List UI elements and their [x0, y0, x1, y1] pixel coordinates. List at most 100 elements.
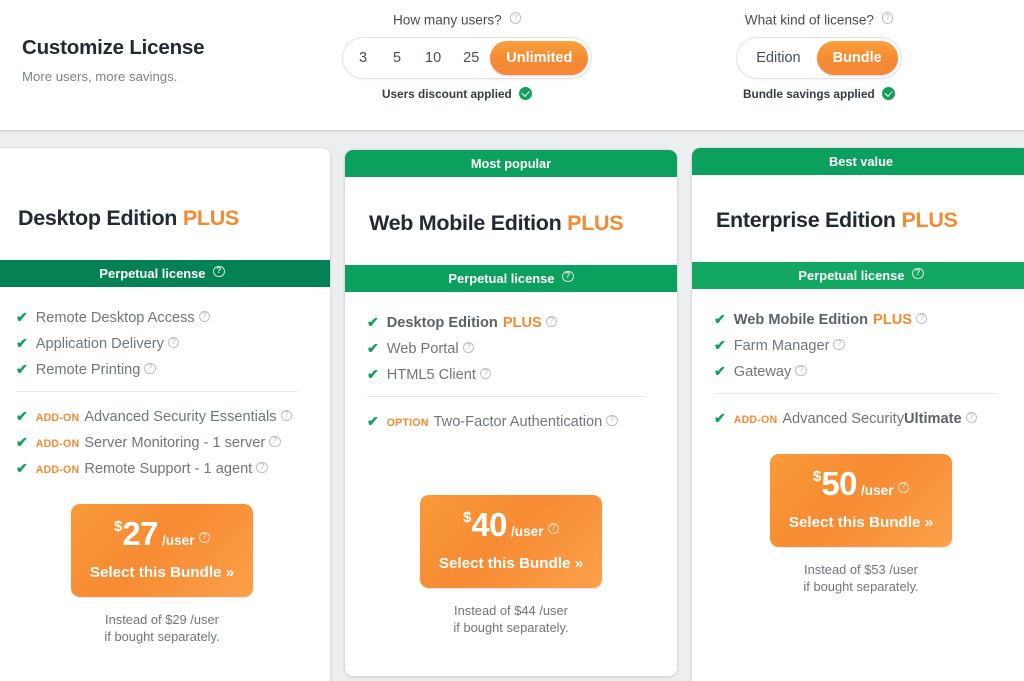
license-type-label: Perpetual license: [798, 268, 904, 283]
bundle-savings-label: Bundle savings applied: [743, 87, 875, 101]
card-title: Desktop Edition PLUS: [0, 148, 330, 260]
cta-label: Select this Bundle »: [420, 555, 602, 572]
users-option-25[interactable]: 25: [452, 41, 490, 75]
price-line: $27/user: [71, 517, 253, 550]
check-icon: ✔: [16, 408, 28, 425]
feature-label: Gateway: [734, 364, 792, 380]
help-icon[interactable]: [966, 412, 978, 424]
feature-list: ✔ Desktop Edition PLUS ✔ Web Portal ✔ HT…: [345, 292, 677, 430]
license-option-edition[interactable]: Edition: [740, 41, 816, 75]
license-option-bundle[interactable]: Bundle: [817, 41, 898, 75]
cta-label: Select this Bundle »: [770, 514, 952, 531]
addon-item: ✔ OPTION Two-Factor Authentication: [367, 413, 653, 430]
cta-label: Select this Bundle »: [71, 564, 253, 581]
help-icon[interactable]: [562, 271, 574, 283]
help-icon[interactable]: [480, 368, 492, 380]
help-icon[interactable]: [912, 268, 924, 280]
check-icon: ✔: [16, 460, 28, 477]
feature-item: ✔ Application Delivery: [16, 335, 306, 352]
check-icon: ✔: [367, 366, 379, 383]
feature-label: Desktop Edition: [387, 315, 498, 331]
feature-list: ✔ Web Mobile Edition PLUS ✔ Farm Manager…: [692, 289, 1024, 427]
feature-plus: PLUS: [503, 315, 542, 331]
help-icon[interactable]: [144, 363, 156, 375]
help-icon[interactable]: [546, 316, 558, 328]
check-icon: ✔: [367, 340, 379, 357]
users-option-10[interactable]: 10: [414, 41, 452, 75]
instead-line-1: Instead of $44 /user: [345, 602, 677, 619]
users-question-label: How many users?: [393, 13, 502, 28]
users-option-3[interactable]: 3: [346, 41, 380, 75]
users-pill-group[interactable]: 3 5 10 25 Unlimited: [342, 37, 592, 79]
price-amount: 50: [821, 465, 857, 502]
instead-line-2: if bought separately.: [345, 619, 677, 636]
license-question: What kind of license?: [704, 12, 934, 28]
select-bundle-button[interactable]: $50/user Select this Bundle »: [770, 454, 952, 547]
pricing-card-enterprise-edition[interactable]: Best value Enterprise Edition PLUS Perpe…: [692, 148, 1024, 681]
help-icon[interactable]: [199, 311, 211, 323]
price-line: $40/user: [420, 508, 602, 541]
users-option-unlimited[interactable]: Unlimited: [490, 41, 588, 75]
addon-label-strong: Ultimate: [904, 411, 962, 427]
help-icon[interactable]: [882, 12, 894, 24]
help-icon[interactable]: [833, 339, 845, 351]
price-amount: 40: [471, 506, 507, 543]
card-title: Web Mobile Edition PLUS: [345, 177, 677, 265]
feature-list: ✔ Remote Desktop Access ✔ Application De…: [0, 287, 330, 477]
help-icon[interactable]: [510, 12, 522, 24]
price-line: $50/user: [770, 467, 952, 500]
license-type-label: Perpetual license: [448, 271, 554, 286]
price-period: /user: [511, 524, 544, 539]
price-period: /user: [861, 483, 894, 498]
price-area: $40/user Select this Bundle » Instead of…: [345, 439, 677, 637]
license-type-bar: Perpetual license: [692, 262, 1024, 289]
help-icon[interactable]: [199, 532, 211, 544]
help-icon[interactable]: [281, 410, 293, 422]
addon-label: Two-Factor Authentication: [434, 414, 603, 430]
select-bundle-button[interactable]: $27/user Select this Bundle »: [71, 504, 253, 597]
divider: [714, 393, 998, 394]
page-title: Customize License: [22, 36, 204, 60]
help-icon[interactable]: [256, 462, 268, 474]
feature-item: ✔ Farm Manager: [714, 337, 1006, 354]
addon-label: Remote Support - 1 agent: [84, 461, 252, 477]
feature-item: ✔ Web Portal: [367, 340, 653, 357]
divider: [16, 391, 298, 392]
select-bundle-button[interactable]: $40/user Select this Bundle »: [420, 495, 602, 588]
license-pill-group[interactable]: Edition Bundle: [736, 37, 901, 79]
check-icon: ✔: [714, 363, 726, 380]
customize-license-panel: Customize License More users, more savin…: [0, 0, 1024, 130]
pricing-card-desktop-edition[interactable]: Desktop Edition PLUS Perpetual license ✔…: [0, 148, 330, 681]
addon-item: ✔ ADD-ON Server Monitoring - 1 server: [16, 434, 306, 451]
help-icon[interactable]: [606, 415, 618, 427]
license-question-label: What kind of license?: [745, 13, 874, 28]
help-icon[interactable]: [548, 523, 560, 535]
users-option-5[interactable]: 5: [380, 41, 414, 75]
check-icon: ✔: [16, 335, 28, 352]
help-icon[interactable]: [213, 266, 225, 278]
help-icon[interactable]: [168, 337, 180, 349]
feature-item: ✔ Desktop Edition PLUS: [367, 314, 653, 331]
help-icon[interactable]: [916, 313, 928, 325]
check-icon: ✔: [714, 410, 726, 427]
feature-label: Farm Manager: [734, 338, 830, 354]
addon-label: Advanced Security: [782, 411, 904, 427]
help-icon[interactable]: [795, 365, 807, 377]
help-icon[interactable]: [898, 482, 910, 494]
feature-label: Web Mobile Edition: [734, 312, 868, 328]
license-type-bar: Perpetual license: [345, 265, 677, 292]
addon-tag: ADD-ON: [36, 412, 80, 424]
instead-line-2: if bought separately.: [692, 578, 1024, 595]
option-tag: OPTION: [387, 417, 429, 429]
help-icon[interactable]: [463, 342, 475, 354]
check-icon: ✔: [367, 314, 379, 331]
users-question: How many users?: [342, 12, 572, 28]
instead-line-2: if bought separately.: [0, 628, 330, 645]
license-type-bar: Perpetual license: [0, 260, 330, 287]
bundle-savings-note: Bundle savings applied: [704, 87, 934, 101]
check-icon: ✔: [16, 361, 28, 378]
pricing-card-web-mobile-edition[interactable]: Most popular Web Mobile Edition PLUS Per…: [345, 150, 677, 676]
help-icon[interactable]: [269, 436, 281, 448]
pricing-page: Customize License More users, more savin…: [0, 0, 1024, 681]
card-title-main: Web Mobile Edition: [369, 211, 561, 235]
